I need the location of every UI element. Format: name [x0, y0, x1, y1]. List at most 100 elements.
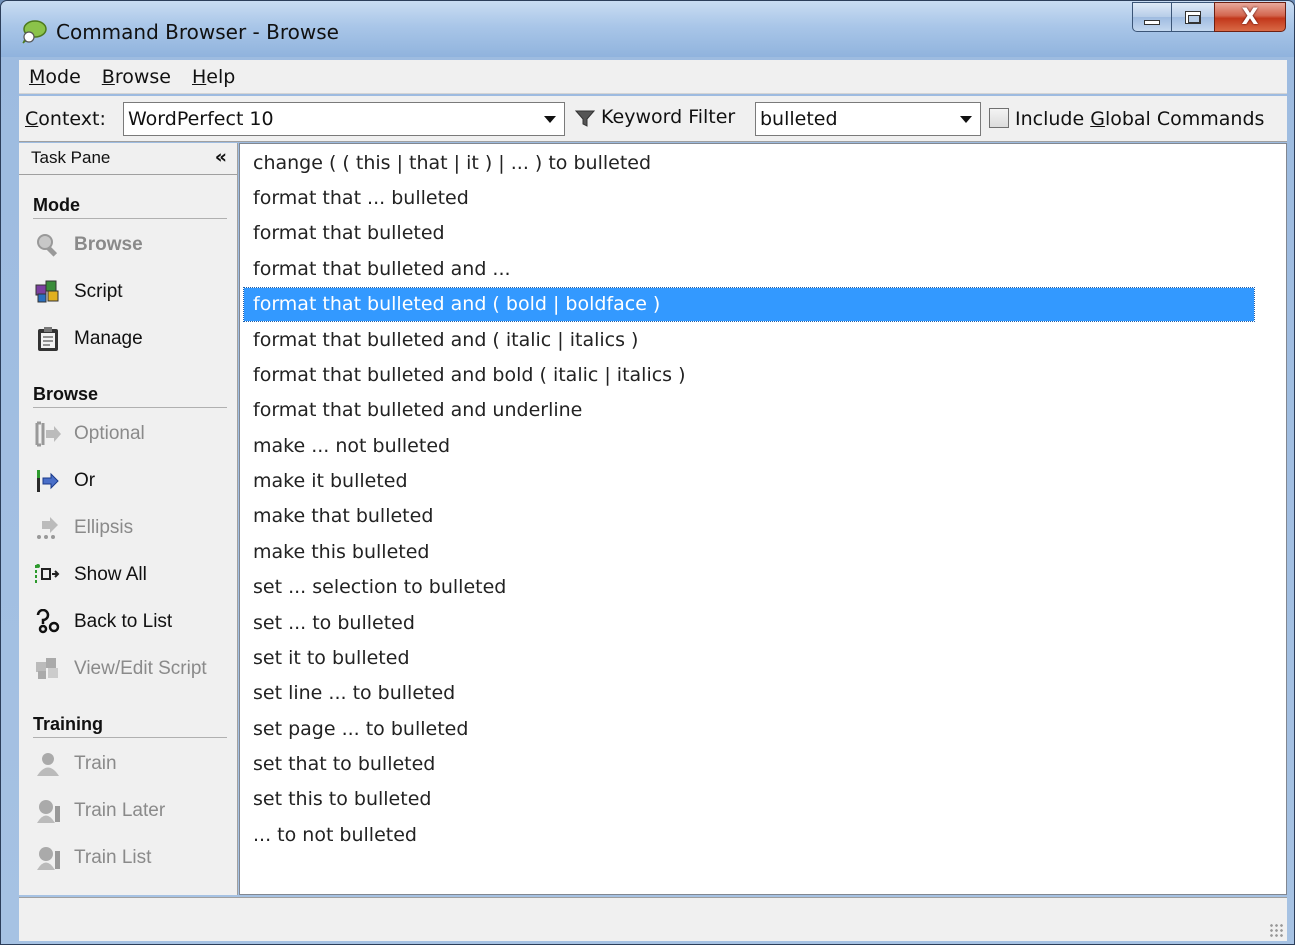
clipboard-icon [33, 324, 63, 354]
app-speech-bubble-icon [22, 20, 47, 44]
section-mode: Mode [33, 195, 227, 219]
command-row[interactable]: set this to bulleted [244, 783, 1254, 816]
chevron-down-icon [960, 116, 972, 123]
command-row[interactable]: set ... to bulleted [244, 607, 1254, 640]
mode-script[interactable]: Script [33, 277, 123, 307]
train-later-icon [33, 796, 63, 826]
resize-grip-icon[interactable] [1269, 923, 1283, 937]
command-row[interactable]: make this bulleted [244, 536, 1254, 569]
global-label-mnemonic: G [1090, 108, 1105, 130]
window-controls: X [1132, 2, 1286, 32]
command-row[interactable]: set line ... to bulleted [244, 677, 1254, 710]
keyword-filter-dropdown[interactable]: bulleted [755, 102, 981, 136]
maximize-button[interactable] [1171, 2, 1215, 32]
browse-view-edit-script: View/Edit Script [33, 654, 207, 684]
task-pane: Task Pane « Mode Browse Script Manage Br… [19, 143, 238, 895]
browse-ellipsis-label: Ellipsis [74, 517, 134, 538]
section-browse: Browse [33, 384, 227, 408]
command-row[interactable]: make ... not bulleted [244, 430, 1254, 463]
keyword-filter-label: Keyword Filter [601, 106, 736, 128]
training-train: Train [33, 749, 117, 779]
context-label-mnemonic: C [25, 108, 39, 130]
command-row[interactable]: make that bulleted [244, 500, 1254, 533]
browse-back-to-list-label: Back to List [74, 611, 173, 632]
training-train-later-label: Train Later [74, 800, 166, 821]
browse-optional: Optional [33, 419, 145, 449]
menu-help-mnemonic: H [191, 65, 207, 88]
toolbar: Context: WordPerfect 10 Keyword Filter b… [19, 96, 1287, 142]
context-dropdown-value: WordPerfect 10 [128, 108, 274, 130]
training-train-list-label: Train List [74, 847, 152, 868]
menu-browse[interactable]: Browse [102, 66, 171, 88]
command-row[interactable]: ... to not bulleted [244, 819, 1254, 852]
include-global-commands-checkbox[interactable] [989, 108, 1009, 128]
menu-mode-label: ode [45, 65, 81, 88]
optional-bracket-icon [33, 419, 63, 449]
minimize-icon [1144, 19, 1160, 25]
mode-browse: Browse [33, 230, 143, 260]
command-row[interactable]: set it to bulleted [244, 642, 1254, 675]
training-train-list: Train List [33, 843, 151, 873]
or-arrow-icon [33, 466, 63, 496]
title-bar[interactable]: Command Browser - Browse X [1, 1, 1294, 57]
chevron-down-icon [544, 116, 556, 123]
browse-optional-label: Optional [74, 423, 145, 444]
close-button[interactable]: X [1214, 2, 1286, 32]
mode-script-label: Script [74, 281, 123, 302]
menu-browse-mnemonic: B [101, 65, 115, 88]
minimize-button[interactable] [1132, 2, 1172, 32]
command-row[interactable]: format that bulleted and bold ( italic |… [244, 359, 1254, 392]
mode-manage[interactable]: Manage [33, 324, 143, 354]
menu-help-label: elp [206, 65, 236, 88]
train-person-icon [33, 749, 63, 779]
menu-mode[interactable]: Mode [29, 66, 81, 88]
command-row[interactable]: format that bulleted and underline [244, 394, 1254, 427]
command-row[interactable]: set ... selection to bulleted [244, 571, 1254, 604]
command-row[interactable]: format that ... bulleted [244, 182, 1254, 215]
menu-mode-mnemonic: M [29, 65, 46, 88]
magnifier-icon [33, 230, 63, 260]
mode-browse-label: Browse [74, 234, 143, 255]
global-label-after: lobal Commands [1104, 108, 1265, 130]
context-label: Context: [25, 108, 106, 130]
command-list[interactable]: change ( ( this | that | it ) | ... ) to… [239, 143, 1287, 895]
context-dropdown[interactable]: WordPerfect 10 [123, 102, 565, 136]
menu-help[interactable]: Help [192, 66, 235, 88]
context-label-text: ontext: [38, 108, 106, 130]
browse-show-all[interactable]: Show All [33, 560, 147, 590]
command-row[interactable]: change ( ( this | that | it ) | ... ) to… [244, 147, 1254, 180]
maximize-icon [1185, 10, 1201, 24]
include-global-commands-label[interactable]: Include Global Commands [1015, 108, 1264, 130]
close-icon: X [1241, 4, 1259, 30]
training-train-label: Train [74, 753, 117, 774]
command-row[interactable]: format that bulleted and ... [244, 253, 1254, 286]
command-row[interactable]: format that bulleted [244, 217, 1254, 250]
menu-browse-label: rowse [114, 65, 171, 88]
global-label-before: Include [1015, 108, 1091, 130]
script-puzzle-icon [33, 277, 63, 307]
task-pane-title: Task Pane [31, 148, 111, 167]
command-row[interactable]: set that to bulleted [244, 748, 1254, 781]
browse-back-to-list[interactable]: Back to List [33, 607, 172, 637]
train-list-icon [33, 843, 63, 873]
browse-or[interactable]: Or [33, 466, 95, 496]
status-bar [19, 897, 1287, 941]
browse-show-all-label: Show All [74, 564, 147, 585]
show-all-icon [33, 560, 63, 590]
keyword-filter-value: bulleted [760, 108, 838, 130]
command-row[interactable]: set page ... to bulleted [244, 713, 1254, 746]
training-train-later: Train Later [33, 796, 165, 826]
window-title: Command Browser - Browse [56, 20, 339, 44]
browse-view-edit-script-label: View/Edit Script [74, 658, 207, 679]
funnel-filter-icon [575, 110, 595, 127]
mode-manage-label: Manage [74, 328, 143, 349]
command-row-selected[interactable]: format that bulleted and ( bold | boldfa… [243, 287, 1255, 322]
command-row[interactable]: make it bulleted [244, 465, 1254, 498]
back-to-list-icon [33, 607, 63, 637]
command-browser-window: Command Browser - Browse X Mode Browse H… [0, 0, 1295, 945]
edit-script-puzzle-icon [33, 654, 63, 684]
collapse-icon[interactable]: « [215, 146, 227, 168]
browse-or-label: Or [74, 470, 96, 491]
command-row[interactable]: format that bulleted and ( italic | ital… [244, 324, 1254, 357]
task-pane-header: Task Pane « [19, 143, 237, 175]
